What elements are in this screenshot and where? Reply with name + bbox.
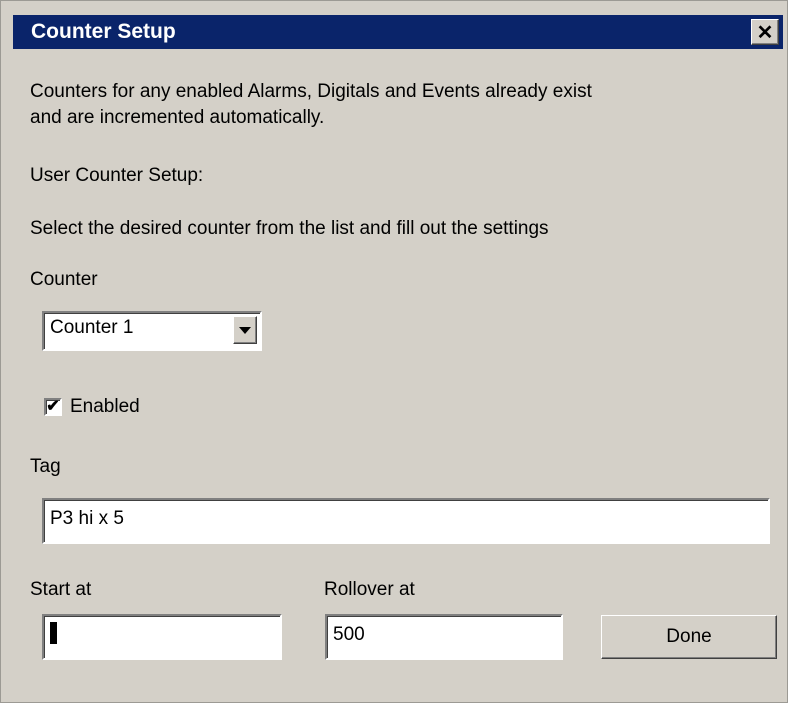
title-bar[interactable]: Counter Setup ✕ [13, 15, 783, 49]
info-text-line2: and are incremented automatically. [30, 107, 325, 128]
dialog-title: Counter Setup [31, 20, 176, 43]
close-icon: ✕ [756, 21, 774, 44]
start-at-input[interactable] [42, 614, 282, 660]
tag-label: Tag [30, 456, 61, 477]
tag-input-value: P3 hi x 5 [50, 508, 124, 529]
counter-select-value: Counter 1 [50, 317, 134, 338]
counter-label: Counter [30, 269, 98, 290]
enabled-checkbox[interactable]: ✔ [44, 398, 62, 416]
tag-input[interactable]: P3 hi x 5 [42, 498, 770, 544]
counter-setup-dialog: Counter Setup ✕ Counters for any enabled… [0, 0, 788, 703]
rollover-at-input[interactable]: 500 [325, 614, 563, 660]
start-at-label: Start at [30, 579, 92, 600]
rollover-at-value: 500 [333, 624, 365, 645]
text-cursor [50, 622, 57, 644]
close-button[interactable]: ✕ [751, 19, 779, 45]
chevron-down-icon [239, 326, 251, 334]
info-text-line1: Counters for any enabled Alarms, Digital… [30, 81, 592, 102]
user-counter-setup-label: User Counter Setup: [30, 165, 204, 186]
instruction-text: Select the desired counter from the list… [30, 218, 549, 239]
checkmark-icon: ✔ [46, 398, 60, 415]
done-button[interactable]: Done [601, 615, 777, 659]
enabled-label[interactable]: Enabled [70, 394, 140, 420]
rollover-at-label: Rollover at [324, 579, 415, 600]
counter-select[interactable]: Counter 1 [42, 311, 262, 351]
counter-dropdown-button[interactable] [233, 316, 257, 344]
